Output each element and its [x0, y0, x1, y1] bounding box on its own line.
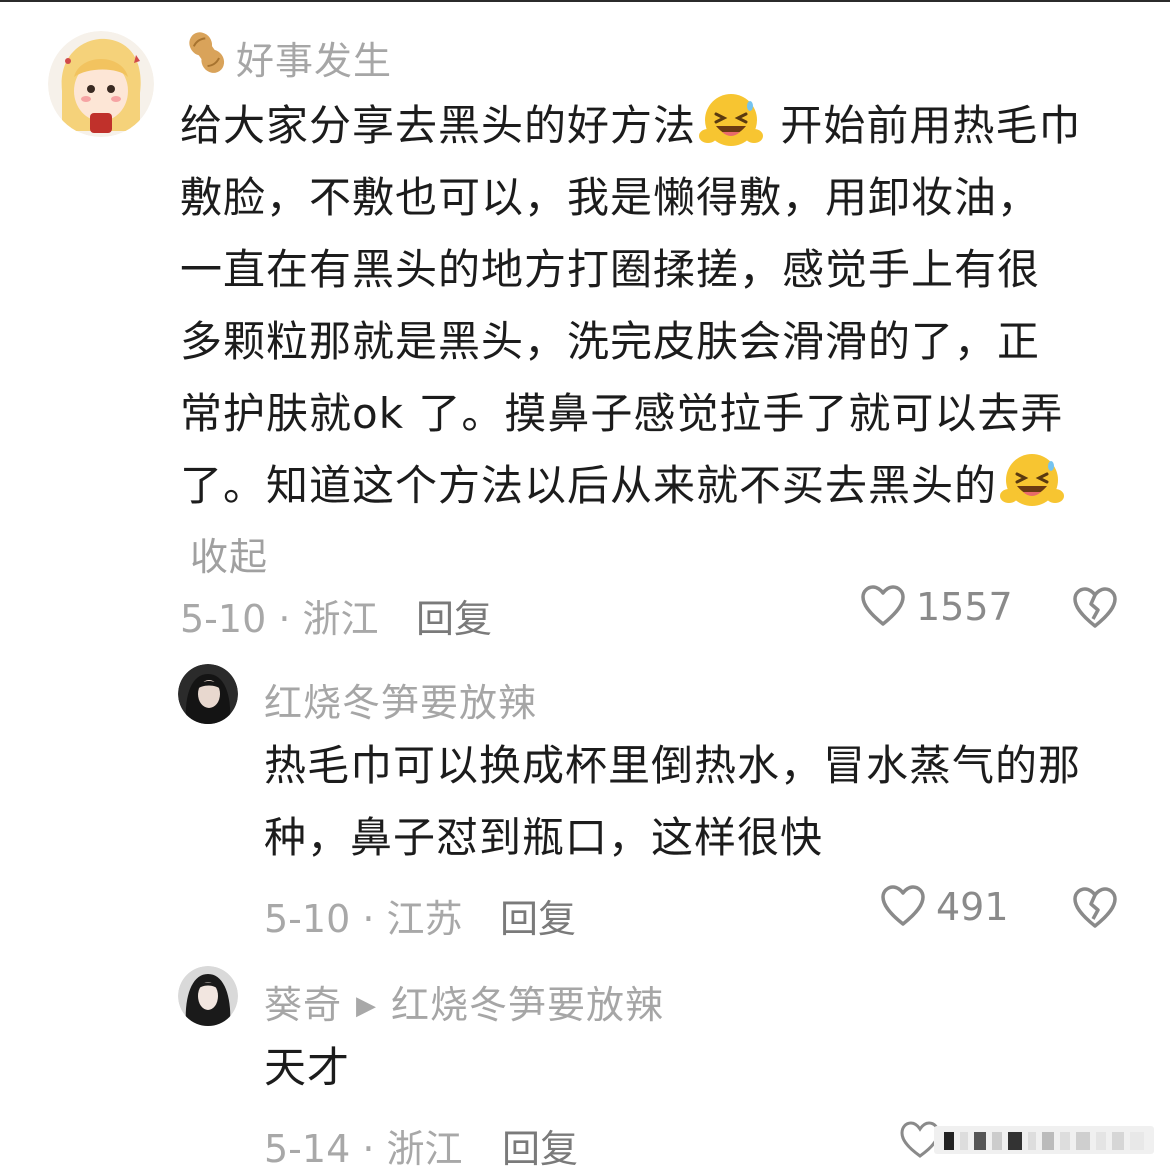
- comment-line: 常护肤就ok 了。摸鼻子感觉拉手了就可以去弄: [180, 389, 1064, 438]
- comment-line: 给大家分享去黑头的好方法 开始前用热毛巾: [180, 90, 1140, 162]
- dislike-button[interactable]: [1072, 586, 1118, 636]
- like-button[interactable]: 1557: [860, 584, 1013, 630]
- heart-outline-icon: [861, 585, 905, 626]
- comment-line: 热毛巾可以换成杯里倒热水，冒水蒸气的那: [264, 741, 1082, 790]
- reply-target[interactable]: 红烧冬笋要放辣: [391, 983, 664, 1027]
- grinning-squint-emoji-icon: [699, 94, 764, 146]
- triangle-right-icon: ▶: [356, 991, 378, 1021]
- comment-line: 天才: [264, 1043, 351, 1092]
- watermark: [900, 1120, 1162, 1160]
- comment-username[interactable]: 红烧冬笋要放辣: [264, 672, 537, 727]
- comment-text: 给大家分享去黑头的好方法: [180, 101, 697, 150]
- like-count: 1557: [916, 585, 1013, 629]
- comment-text: 开始前用热毛巾: [780, 101, 1082, 150]
- broken-heart-icon: [1073, 887, 1117, 928]
- reply-button[interactable]: 回复: [500, 888, 576, 943]
- comment-line: 了。知道这个方法以后从来就不买去黑头的: [180, 450, 1140, 522]
- broken-heart-icon: [1073, 587, 1117, 628]
- comment-date-location: 5-10 · 浙江: [180, 597, 379, 641]
- comment-text: 了。知道这个方法以后从来就不买去黑头的: [180, 461, 998, 510]
- grinning-squint-emoji-icon: [1000, 454, 1065, 506]
- comment-line: 敷脸，不敷也可以，我是懒得敷，用卸妆油，: [180, 173, 1041, 222]
- top-divider: [0, 0, 1170, 2]
- comment-username[interactable]: 好事发生: [236, 30, 392, 85]
- comment-line: 种，鼻子怼到瓶口，这样很快: [264, 813, 824, 862]
- heart-outline-icon: [881, 885, 925, 926]
- avatar[interactable]: [178, 966, 238, 1026]
- comment-content: 给大家分享去黑头的好方法 开始前用热毛巾 敷脸，不敷也可以，我是懒得敷，用卸妆油…: [180, 90, 1140, 522]
- comment-line: 多颗粒那就是黑头，洗完皮肤会滑滑的了，正: [180, 317, 1041, 366]
- collapse-button[interactable]: 收起: [190, 526, 268, 581]
- avatar[interactable]: [48, 31, 154, 137]
- like-count: 491: [936, 885, 1009, 929]
- like-button[interactable]: 491: [880, 884, 1009, 930]
- peanut-badge-icon: [182, 28, 232, 82]
- comment-line: 一直在有黑头的地方打圈揉搓，感觉手上有很: [180, 245, 1041, 294]
- reply-button[interactable]: 回复: [416, 588, 492, 643]
- comment-content: 热毛巾可以换成杯里倒热水，冒水蒸气的那 种，鼻子怼到瓶口，这样很快: [264, 730, 1144, 874]
- comment-username: 葵奇 ▶ 红烧冬笋要放辣: [264, 974, 664, 1029]
- avatar[interactable]: [178, 664, 238, 724]
- dislike-button[interactable]: [1072, 886, 1118, 936]
- comment-date-location: 5-10 · 江苏: [264, 897, 463, 941]
- reply-author[interactable]: 葵奇: [264, 983, 342, 1027]
- comment-content: 天才: [264, 1032, 1144, 1104]
